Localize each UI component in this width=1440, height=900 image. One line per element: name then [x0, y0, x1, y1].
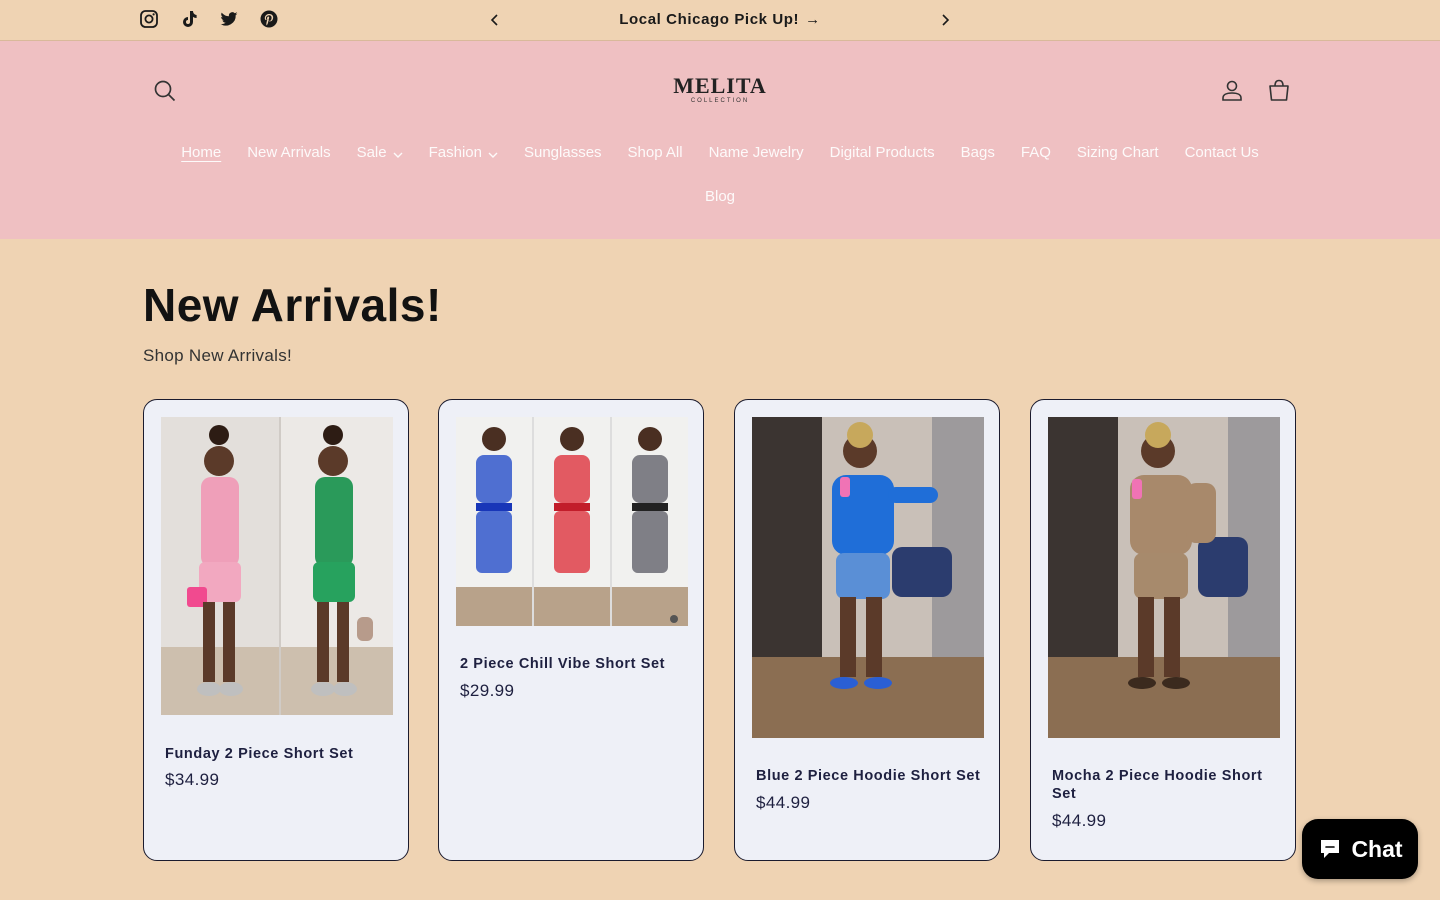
product-title[interactable]: Funday 2 Piece Short Set: [165, 745, 393, 763]
product-price: $44.99: [1052, 811, 1107, 830]
nav-item-label: Fashion: [428, 143, 482, 161]
site-header: MELITA COLLECTION Home New Arrivals Sale…: [0, 41, 1440, 239]
product-card[interactable]: 2 Piece Chill Vibe Short Set $29.99: [438, 399, 704, 861]
nav-item-digital-products[interactable]: Digital Products: [817, 141, 948, 163]
instagram-icon[interactable]: [139, 9, 159, 29]
product-card[interactable]: Funday 2 Piece Short Set $34.99: [143, 399, 409, 861]
nav-item-sale[interactable]: Sale: [344, 141, 416, 163]
page-title: New Arrivals!: [143, 279, 442, 331]
nav-item-label: Digital Products: [829, 143, 935, 161]
main-navigation: Home New Arrivals Sale Fashion Sunglasse…: [148, 141, 1292, 229]
nav-item-label: Sunglasses: [523, 143, 602, 161]
account-icon[interactable]: [1219, 77, 1245, 103]
product-price: $34.99: [165, 770, 220, 789]
search-icon[interactable]: [152, 78, 178, 104]
nav-item-label: New Arrivals: [247, 143, 331, 161]
announcement-next-button[interactable]: [935, 10, 955, 30]
nav-item-sizing-chart[interactable]: Sizing Chart: [1064, 141, 1172, 163]
announcement-bar: Local Chicago Pick Up! →: [0, 0, 1440, 41]
product-card[interactable]: Mocha 2 Piece Hoodie Short Set $44.99: [1030, 399, 1296, 861]
chat-button[interactable]: Chat: [1302, 819, 1418, 879]
social-links: [139, 9, 279, 29]
nav-item-label: Name Jewelry: [708, 143, 804, 161]
twitter-icon[interactable]: [219, 9, 239, 29]
nav-item-label: FAQ: [1020, 143, 1051, 161]
product-price: $29.99: [460, 681, 515, 700]
nav-item-name-jewelry[interactable]: Name Jewelry: [696, 141, 817, 163]
nav-item-contact-us[interactable]: Contact Us: [1172, 141, 1272, 163]
nav-item-shop-all[interactable]: Shop All: [615, 141, 696, 163]
logo-subtext: COLLECTION: [690, 98, 750, 104]
chevron-down-icon: [488, 147, 498, 158]
nav-item-label: Sizing Chart: [1076, 143, 1159, 161]
product-title[interactable]: Mocha 2 Piece Hoodie Short Set: [1052, 767, 1280, 803]
nav-item-label: Bags: [960, 143, 995, 161]
nav-item-sunglasses[interactable]: Sunglasses: [511, 141, 615, 163]
nav-item-home[interactable]: Home: [168, 141, 234, 163]
nav-item-blog[interactable]: Blog: [692, 185, 748, 207]
nav-item-label: Contact Us: [1184, 143, 1259, 161]
arrow-right-icon: →: [805, 11, 821, 28]
product-image[interactable]: [752, 417, 984, 738]
nav-item-label: Home: [181, 143, 222, 161]
nav-item-bags[interactable]: Bags: [948, 141, 1008, 163]
nav-item-fashion[interactable]: Fashion: [416, 141, 511, 163]
pinterest-icon[interactable]: [259, 9, 279, 29]
page-subtitle: Shop New Arrivals!: [143, 346, 293, 365]
nav-item-new-arrivals[interactable]: New Arrivals: [234, 141, 343, 163]
product-title[interactable]: Blue 2 Piece Hoodie Short Set: [756, 767, 984, 785]
site-logo[interactable]: MELITA COLLECTION: [672, 75, 768, 109]
announcement-text: Local Chicago Pick Up!: [619, 11, 800, 28]
product-image[interactable]: [456, 417, 688, 626]
nav-item-label: Sale: [356, 143, 387, 161]
nav-item-label: Blog: [704, 187, 736, 205]
chat-bubble-icon: [1321, 840, 1340, 858]
product-image[interactable]: [161, 417, 393, 715]
logo-text: MELITA: [673, 73, 767, 98]
tiktok-icon[interactable]: [179, 9, 199, 29]
product-card[interactable]: Blue 2 Piece Hoodie Short Set $44.99: [734, 399, 1000, 861]
product-image[interactable]: [1048, 417, 1280, 738]
nav-item-label: Shop All: [627, 143, 683, 161]
cart-icon[interactable]: [1265, 77, 1293, 105]
announcement-link[interactable]: Local Chicago Pick Up! →: [500, 11, 940, 28]
nav-item-faq[interactable]: FAQ: [1008, 141, 1064, 163]
product-title[interactable]: 2 Piece Chill Vibe Short Set: [460, 655, 688, 673]
chevron-down-icon: [393, 147, 403, 158]
product-price: $44.99: [756, 793, 811, 812]
chat-label: Chat: [1351, 835, 1403, 862]
